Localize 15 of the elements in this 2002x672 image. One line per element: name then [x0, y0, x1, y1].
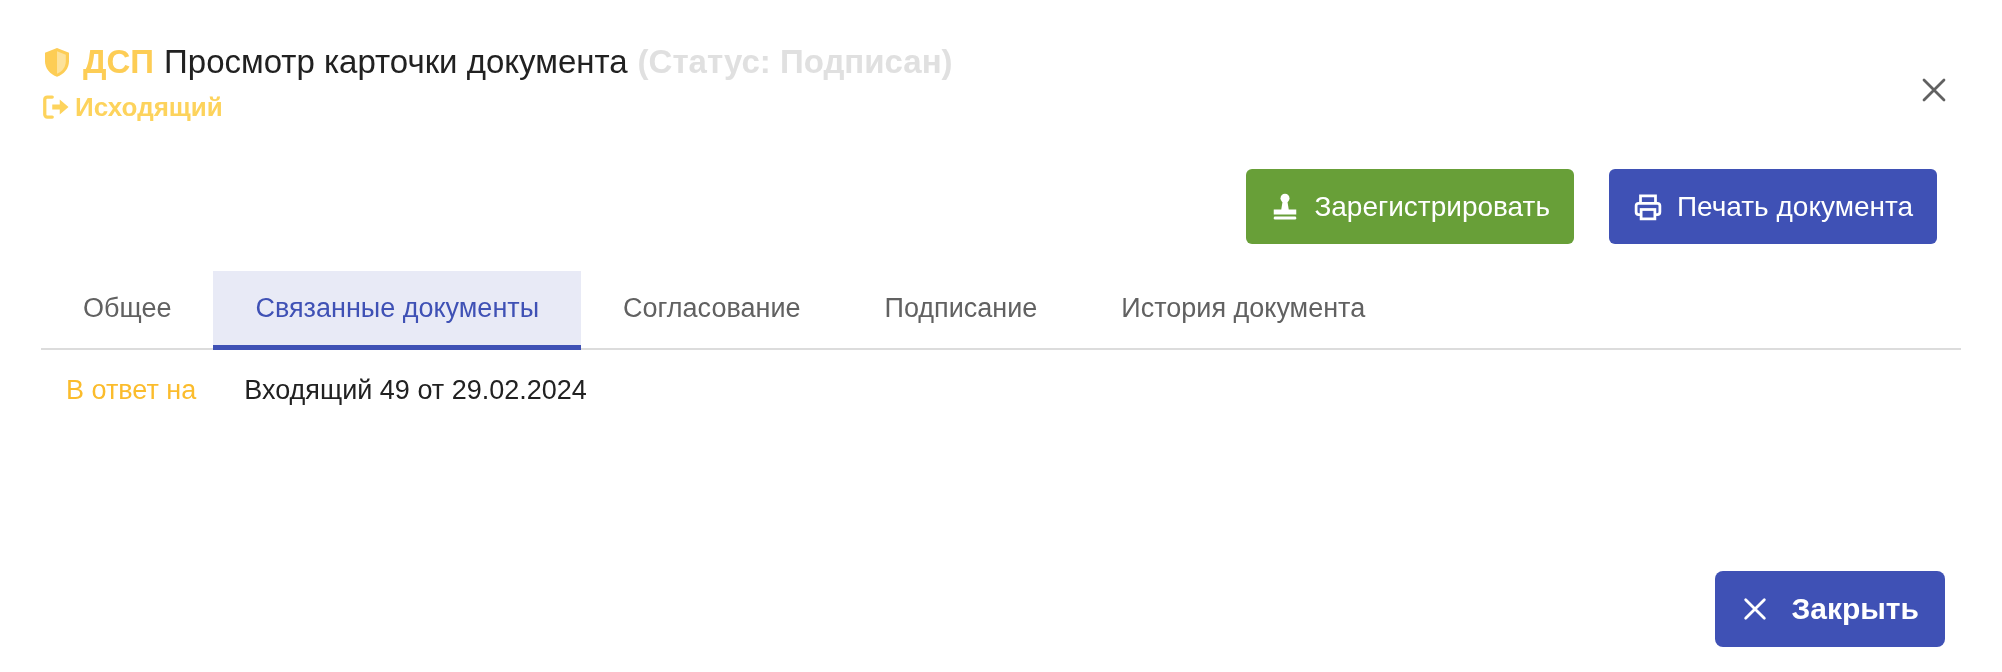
tab[interactable]: Общее: [41, 271, 214, 350]
tab[interactable]: Связанные документы: [213, 271, 582, 350]
tab[interactable]: Согласование: [581, 271, 843, 350]
direction-label: Исходящий: [75, 91, 223, 124]
classification-label: ДСП: [83, 42, 155, 82]
tab[interactable]: История документа: [1079, 271, 1408, 350]
close-button[interactable]: Закрыть: [1715, 571, 1945, 647]
related-document[interactable]: Входящий 49 от 29.02.2024: [244, 370, 587, 410]
relation-label: В ответ на: [66, 374, 197, 407]
tab[interactable]: Подписание: [842, 271, 1080, 350]
print-button[interactable]: Печать документа: [1608, 169, 1937, 244]
register-button[interactable]: Зарегистрировать: [1246, 169, 1574, 244]
dialog-title: Просмотр карточки документа: [164, 42, 628, 82]
sign-out-icon: [41, 92, 71, 122]
printer-icon: [1632, 191, 1663, 222]
